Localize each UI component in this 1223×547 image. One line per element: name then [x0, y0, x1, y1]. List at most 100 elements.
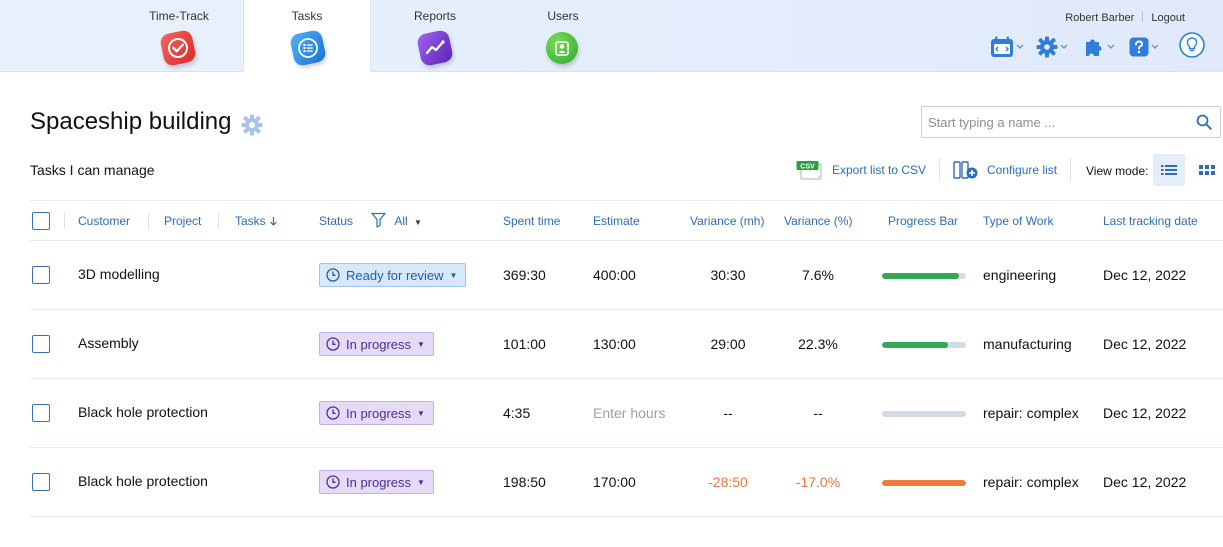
- integrations-menu[interactable]: [1083, 35, 1115, 59]
- column-header-spent-time[interactable]: Spent time: [503, 214, 560, 228]
- column-header-variance-mh[interactable]: Variance (mh): [690, 214, 764, 228]
- configure-list-button[interactable]: Configure list: [953, 160, 1057, 180]
- variance-pct: 22.3%: [798, 336, 838, 352]
- caret-down-icon: ▼: [414, 218, 422, 227]
- status-filter-value: All: [394, 214, 408, 228]
- chart-icon: [416, 29, 454, 67]
- status-dropdown[interactable]: Ready for review ▼: [319, 263, 467, 287]
- column-header-last-tracking-date[interactable]: Last tracking date: [1103, 214, 1198, 228]
- variance-mh: --: [723, 405, 733, 421]
- progress-bar: [882, 480, 966, 486]
- progress-bar-fill: [882, 342, 948, 348]
- nav-tab-tasks[interactable]: Tasks: [243, 0, 371, 73]
- ideas-button[interactable]: [1179, 32, 1205, 58]
- chevron-down-icon: [1060, 44, 1068, 49]
- view-mode-list-button[interactable]: [1153, 154, 1185, 186]
- table-header: Customer Project Tasks Status All ▼ Spen…: [30, 200, 1223, 241]
- chevron-down-icon: [1151, 44, 1159, 49]
- variance-mh: 29:00: [710, 336, 746, 352]
- page-title: Spaceship building: [30, 108, 232, 135]
- variance-pct: 7.6%: [802, 267, 834, 283]
- row-checkbox[interactable]: [32, 266, 50, 284]
- table-row: Black hole protection In progress ▼ 4:35…: [30, 379, 1223, 448]
- nav-tab-label: Users: [547, 9, 579, 23]
- progress-bar: [882, 411, 966, 417]
- task-name[interactable]: Black hole protection: [78, 473, 208, 489]
- help-menu[interactable]: [1129, 35, 1159, 59]
- column-header-type-of-work[interactable]: Type of Work: [983, 214, 1053, 228]
- task-name[interactable]: 3D modelling: [78, 266, 160, 282]
- user-name-link[interactable]: Robert Barber: [1065, 12, 1134, 24]
- export-csv-button[interactable]: CSV Export list to CSV: [796, 160, 926, 180]
- divider: [218, 213, 219, 229]
- sort-arrow-down-icon: [270, 217, 277, 226]
- table-row: Black hole protection In progress ▼ 198:…: [30, 448, 1223, 517]
- table-row: Assembly In progress ▼ 101:00 130:00 29:…: [30, 310, 1223, 379]
- status-dropdown[interactable]: In progress ▼: [319, 470, 434, 494]
- nav-tab-users[interactable]: Users: [499, 0, 627, 72]
- search-icon: [1196, 114, 1212, 130]
- estimate-input[interactable]: Enter hours: [593, 405, 665, 421]
- row-checkbox[interactable]: [32, 404, 50, 422]
- estimate-value[interactable]: 400:00: [593, 267, 636, 283]
- variance-pct: --: [813, 405, 823, 421]
- select-all-checkbox[interactable]: [32, 212, 50, 230]
- clock-icon: [326, 337, 340, 351]
- status-filter[interactable]: All ▼: [371, 212, 422, 228]
- column-header-status[interactable]: Status: [319, 214, 353, 228]
- task-name[interactable]: Black hole protection: [78, 404, 208, 420]
- nav-tab-time-track[interactable]: Time-Track: [115, 0, 243, 72]
- grid-view-icon: [1199, 165, 1215, 175]
- estimate-value[interactable]: 170:00: [593, 474, 636, 490]
- clock-icon: [326, 475, 340, 489]
- estimate-value[interactable]: 130:00: [593, 336, 636, 352]
- row-checkbox[interactable]: [32, 335, 50, 353]
- progress-bar: [882, 342, 966, 348]
- column-header-tasks[interactable]: Tasks: [235, 214, 278, 228]
- column-header-variance-pct[interactable]: Variance (%): [784, 214, 852, 228]
- search-button[interactable]: [1196, 114, 1212, 135]
- type-of-work: repair: complex: [983, 405, 1079, 421]
- column-header-estimate[interactable]: Estimate: [593, 214, 640, 228]
- last-tracking-date: Dec 12, 2022: [1103, 474, 1187, 490]
- column-header-tasks-label: Tasks: [235, 214, 266, 228]
- column-header-progress-bar[interactable]: Progress Bar: [888, 214, 958, 228]
- clock-icon: [326, 268, 340, 282]
- list-icon: [289, 29, 327, 67]
- top-navigation-bar: Time-Track Tasks Reports Users Robert Ba…: [0, 0, 1223, 73]
- view-mode-label: View mode:: [1086, 164, 1149, 178]
- status-label: In progress: [346, 474, 412, 490]
- chevron-down-icon: [1107, 44, 1115, 49]
- project-settings-button[interactable]: [241, 114, 263, 141]
- column-header-customer[interactable]: Customer: [78, 214, 130, 228]
- type-of-work: engineering: [983, 267, 1057, 283]
- nav-tab-label: Reports: [413, 9, 457, 23]
- lightbulb-icon: [1179, 32, 1205, 58]
- search-input[interactable]: [922, 107, 1182, 137]
- gear-icon: [1036, 36, 1058, 58]
- user-icon: [546, 32, 578, 64]
- configure-list-label: Configure list: [987, 163, 1058, 177]
- logout-link[interactable]: Logout: [1151, 12, 1185, 24]
- variance-mh: -28:50: [708, 474, 748, 490]
- column-header-project[interactable]: Project: [164, 214, 201, 228]
- status-dropdown[interactable]: In progress ▼: [319, 401, 434, 425]
- status-label: Ready for review: [346, 267, 444, 283]
- type-of-work: repair: complex: [983, 474, 1079, 490]
- caret-down-icon: ▼: [449, 270, 458, 280]
- settings-menu[interactable]: [1036, 35, 1068, 59]
- caret-down-icon: ▼: [417, 339, 425, 349]
- row-checkbox[interactable]: [32, 473, 50, 491]
- nav-tab-label: Tasks: [291, 9, 323, 23]
- view-mode-grid-button[interactable]: [1191, 154, 1223, 186]
- status-dropdown[interactable]: In progress ▼: [319, 332, 434, 356]
- calendar-menu[interactable]: [990, 35, 1024, 59]
- progress-bar-fill: [882, 273, 960, 279]
- last-tracking-date: Dec 12, 2022: [1103, 267, 1187, 283]
- export-csv-label: Export list to CSV: [832, 163, 927, 177]
- caret-down-icon: ▼: [417, 408, 425, 418]
- checkmark-icon: [159, 29, 197, 67]
- task-name[interactable]: Assembly: [78, 335, 139, 351]
- divider: [64, 213, 65, 229]
- nav-tab-reports[interactable]: Reports: [371, 0, 499, 72]
